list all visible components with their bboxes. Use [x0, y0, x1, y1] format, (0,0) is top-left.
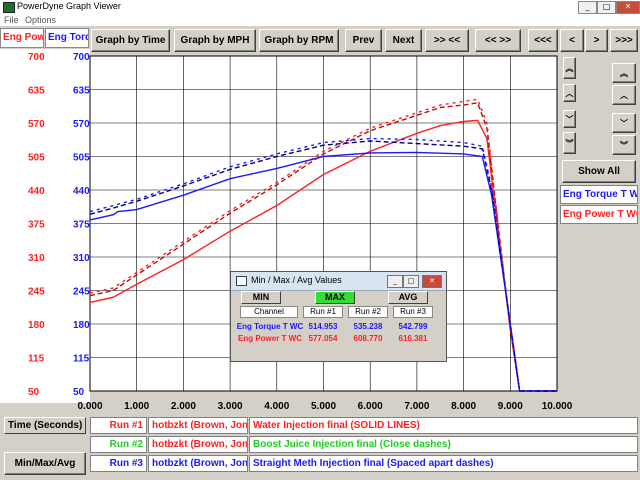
scroll-down-left-button[interactable]: ﹀ [563, 110, 576, 128]
y-tick-label-torque: 570 [73, 119, 90, 130]
y-tick-label-torque: 700 [73, 52, 90, 63]
max-button[interactable]: MAX [315, 291, 355, 304]
y-tick-label-torque: 310 [73, 253, 90, 264]
legend-run2-label: Run #2 [90, 436, 147, 453]
scroll-down-double-right-button[interactable]: ︾ [612, 135, 636, 155]
row-torque-channel: Eng Torque T WC [236, 322, 304, 331]
time-seconds-label: Time (Seconds) [4, 417, 86, 434]
y-tick-label-torque: 50 [73, 387, 85, 398]
x-tick-label: 4.000 [264, 401, 289, 412]
scroll-up-left-button[interactable]: ︿ [563, 84, 576, 102]
x-tick-label: 2.000 [171, 401, 196, 412]
dialog-title: Min / Max / Avg Values [251, 275, 342, 285]
x-tick-label: 10.000 [542, 401, 573, 412]
x-tick-label: 8.000 [451, 401, 476, 412]
legend-run1-label: Run #1 [90, 417, 147, 434]
y-tick-label-power: 700 [28, 52, 45, 63]
show-all-button[interactable]: Show All [562, 160, 636, 183]
y-tick-label-torque: 440 [73, 186, 90, 197]
y-tick-label-power: 50 [28, 387, 40, 398]
scroll-up-double-right-button[interactable]: ︽ [612, 63, 636, 83]
y-tick-label-torque: 180 [73, 320, 90, 331]
x-tick-label: 6.000 [358, 401, 383, 412]
y-tick-label-power: 375 [28, 220, 45, 231]
header-run1: Run #1 [303, 306, 343, 318]
legend-run3-label: Run #3 [90, 455, 147, 472]
legend-run1-name: hotbzkt (Brown, Jon) [148, 417, 248, 434]
min-button[interactable]: MIN [241, 291, 281, 304]
legend-run3-name: hotbzkt (Brown, Jon) [148, 455, 248, 472]
y-tick-label-torque: 245 [73, 287, 90, 298]
row-power-run2: 608.770 [353, 334, 383, 343]
dialog-icon [236, 276, 247, 286]
scroll-up-right-button[interactable]: ︿ [612, 85, 636, 105]
y-tick-label-torque: 505 [73, 153, 90, 164]
x-tick-label: 9.000 [498, 401, 523, 412]
x-tick-label: 1.000 [124, 401, 149, 412]
y-tick-label-torque: 375 [73, 220, 90, 231]
row-torque-run3: 542.799 [398, 322, 428, 331]
dialog-maximize-button[interactable]: □ [403, 275, 419, 288]
y-tick-label-power: 505 [28, 153, 45, 164]
y-tick-label-torque: 115 [73, 354, 90, 365]
legend-run1-desc: Water Injection final (SOLID LINES) [249, 417, 638, 434]
y-tick-label-power: 570 [28, 119, 45, 130]
y-tick-label-power: 440 [28, 186, 45, 197]
x-tick-label: 5.000 [311, 401, 336, 412]
min-max-avg-button[interactable]: Min/Max/Avg [4, 452, 86, 475]
dialog-minimize-button[interactable]: _ [387, 275, 403, 288]
legend-run2-name: hotbzkt (Brown, Jon) [148, 436, 248, 453]
row-power-run1: 577.054 [308, 334, 338, 343]
legend-run3-desc: Straight Meth Injection final (Spaced ap… [249, 455, 638, 472]
row-power-run3: 616.381 [398, 334, 428, 343]
y-tick-label-power: 180 [28, 320, 45, 331]
dialog-title-bar: Min / Max / Avg Values _ □ ✕ [231, 272, 446, 291]
x-tick-label: 3.000 [218, 401, 243, 412]
header-run3: Run #3 [393, 306, 433, 318]
x-tick-label: 0.000 [77, 401, 102, 412]
scroll-up-double-left-button[interactable]: ︽ [563, 57, 576, 79]
y-tick-label-power: 310 [28, 253, 45, 264]
channel-torque-button[interactable]: Eng Torque T WC [560, 185, 638, 204]
y-tick-label-power: 115 [28, 354, 45, 365]
channel-power-button[interactable]: Eng Power T WC [560, 205, 638, 224]
chart: 0.000 1.000 2.000 3.000 4.000 5.000 6.000 7.000… [28, 52, 573, 412]
y-tick-label-power: 245 [28, 287, 45, 298]
y-tick-label-power: 635 [28, 86, 45, 97]
scroll-down-double-left-button[interactable]: ︾ [563, 132, 576, 154]
legend-run2-desc: Boost Juice Injection final (Close dashe… [249, 436, 638, 453]
header-run2: Run #2 [348, 306, 388, 318]
avg-button[interactable]: AVG [388, 291, 428, 304]
header-channel: Channel [240, 306, 298, 318]
dialog-close-button[interactable]: ✕ [422, 275, 442, 288]
row-torque-run2: 535.238 [353, 322, 383, 331]
row-torque-run1: 514.953 [308, 322, 338, 331]
y-tick-label-torque: 635 [73, 86, 90, 97]
scroll-down-right-button[interactable]: ﹀ [612, 113, 636, 133]
x-tick-label: 7.000 [404, 401, 429, 412]
row-power-channel: Eng Power T WC [238, 334, 302, 343]
